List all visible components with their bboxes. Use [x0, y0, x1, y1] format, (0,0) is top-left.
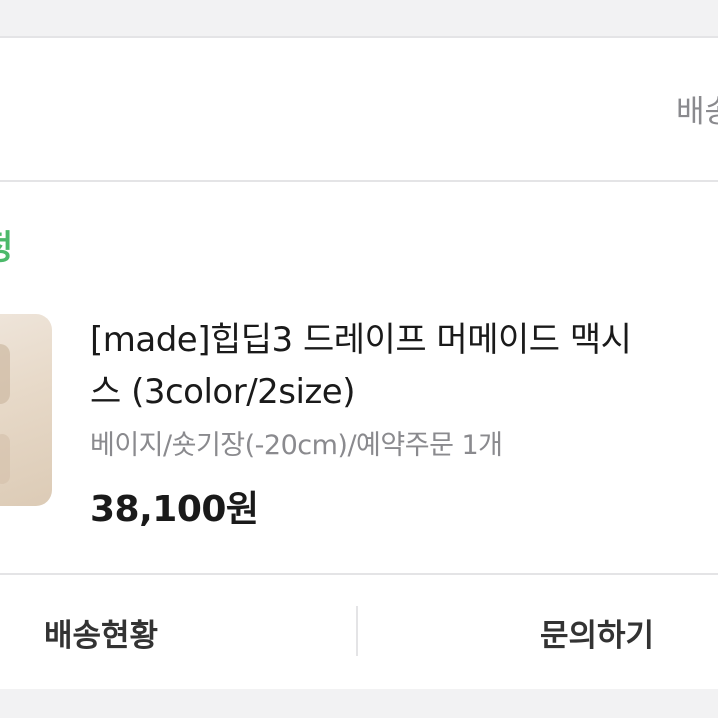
shipping-info-row	[0, 38, 718, 180]
product-name[interactable]: [made]힙딥3 드레이프 머메이드 맥시 스 (3color/2size)	[90, 314, 718, 418]
product-option: 베이지/숏기장(-20cm)/예약주문 1개	[90, 430, 503, 461]
shipping-link[interactable]: 배송	[676, 92, 718, 132]
product-name-line-2: 스 (3color/2size)	[90, 372, 355, 412]
product-thumbnail[interactable]	[0, 314, 52, 506]
delivery-status-button[interactable]: 배송현황	[44, 575, 158, 689]
product-name-line-1: [made]힙딥3 드레이프 머메이드 맥시	[90, 320, 632, 360]
top-gray-band	[0, 0, 718, 36]
product-price: 38,100원	[90, 489, 259, 530]
order-detail-screen: 배송 정 [made]힙딥3 드레이프 머메이드 맥시 스 (3color/2s…	[0, 0, 718, 718]
action-separator	[356, 606, 358, 656]
order-status-label: 정	[0, 225, 13, 271]
thumbnail-shadow-shape-secondary	[0, 434, 10, 484]
thumbnail-shadow-shape	[0, 344, 10, 404]
section-divider	[0, 180, 718, 182]
bottom-gray-band	[0, 689, 718, 718]
inquiry-button[interactable]: 문의하기	[540, 575, 654, 689]
